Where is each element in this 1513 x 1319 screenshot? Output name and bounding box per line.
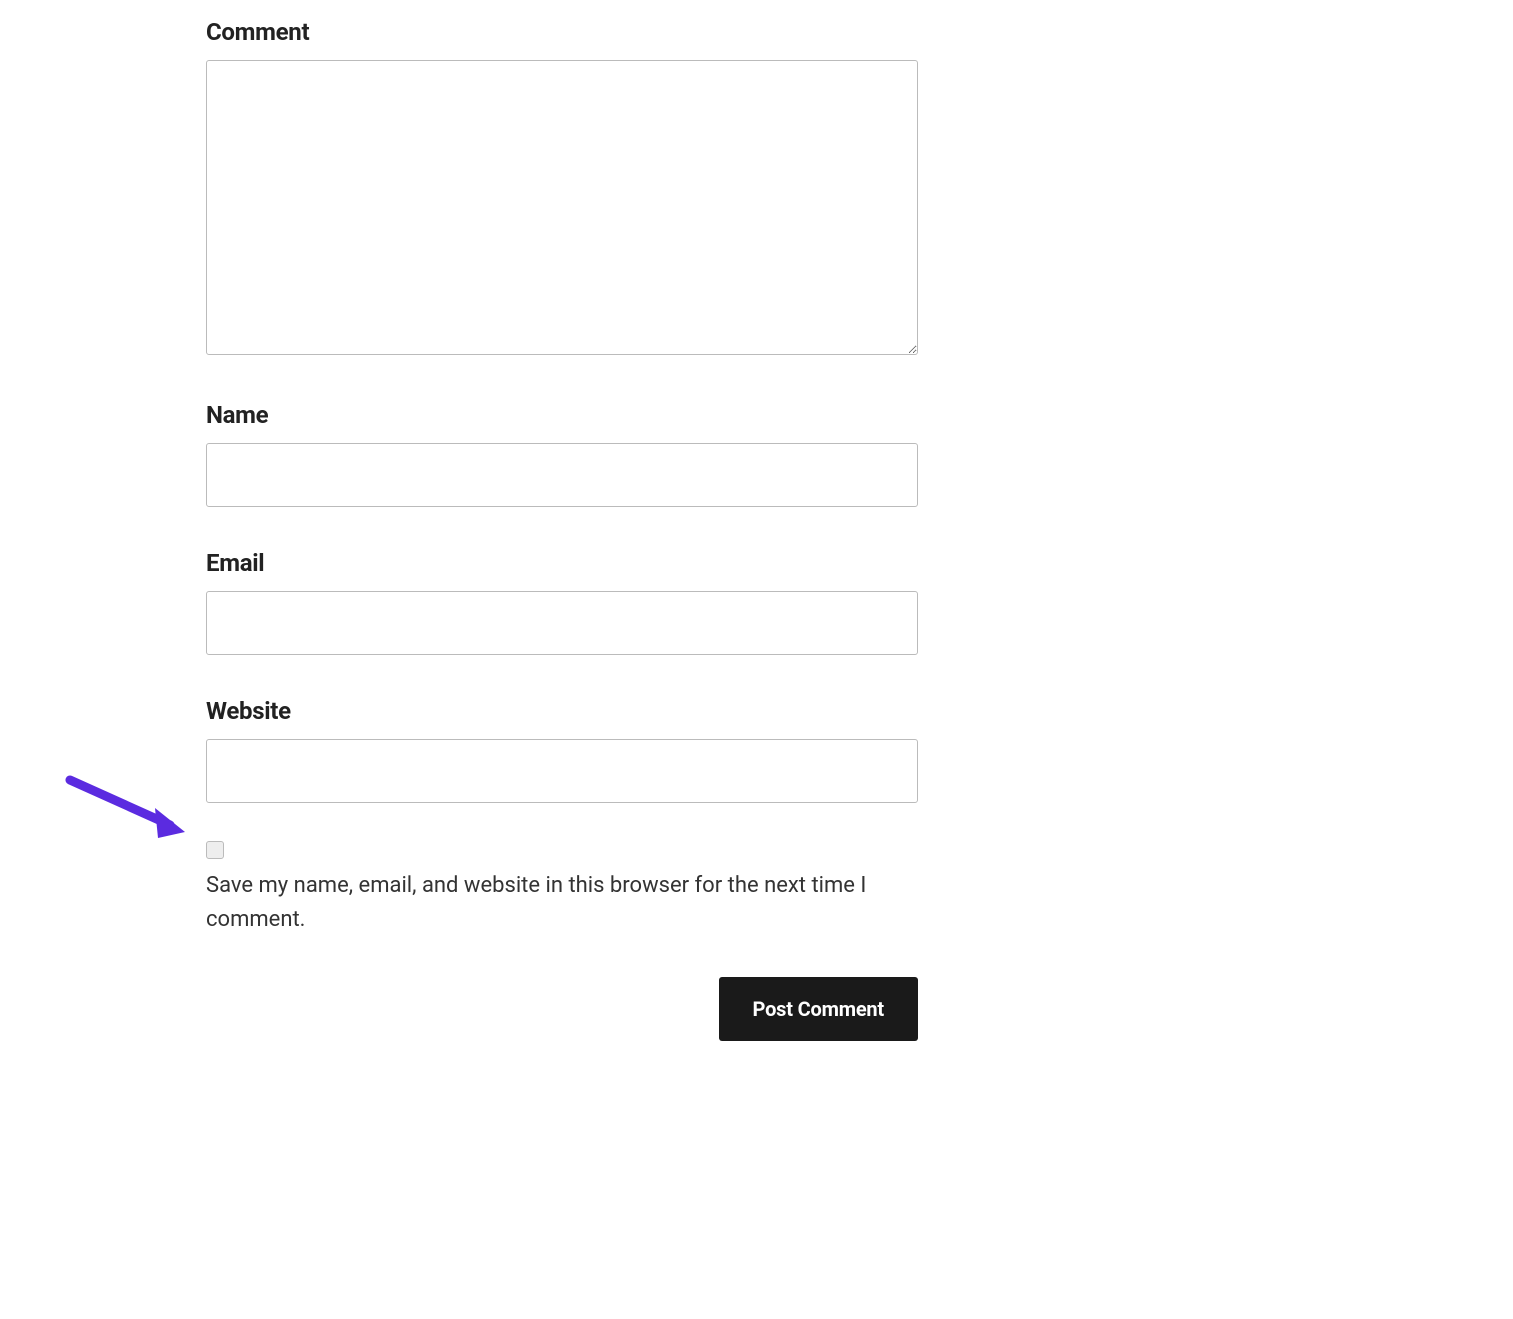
name-field-group: Name bbox=[206, 401, 918, 507]
website-input[interactable] bbox=[206, 739, 918, 803]
arrow-annotation-icon bbox=[60, 770, 210, 860]
comment-textarea[interactable] bbox=[206, 60, 918, 355]
submit-row: Post Comment bbox=[206, 977, 918, 1041]
comment-field-group: Comment bbox=[206, 18, 918, 359]
email-input[interactable] bbox=[206, 591, 918, 655]
post-comment-button[interactable]: Post Comment bbox=[719, 977, 918, 1041]
website-label: Website bbox=[206, 697, 918, 725]
comment-form: Comment Name Email Website Save my name,… bbox=[206, 18, 918, 1041]
website-field-group: Website bbox=[206, 697, 918, 803]
save-info-checkbox[interactable] bbox=[206, 841, 224, 859]
name-input[interactable] bbox=[206, 443, 918, 507]
comment-label: Comment bbox=[206, 18, 918, 46]
save-info-group: Save my name, email, and website in this… bbox=[206, 841, 918, 937]
save-info-label: Save my name, email, and website in this… bbox=[206, 869, 918, 937]
email-label: Email bbox=[206, 549, 918, 577]
email-field-group: Email bbox=[206, 549, 918, 655]
name-label: Name bbox=[206, 401, 918, 429]
